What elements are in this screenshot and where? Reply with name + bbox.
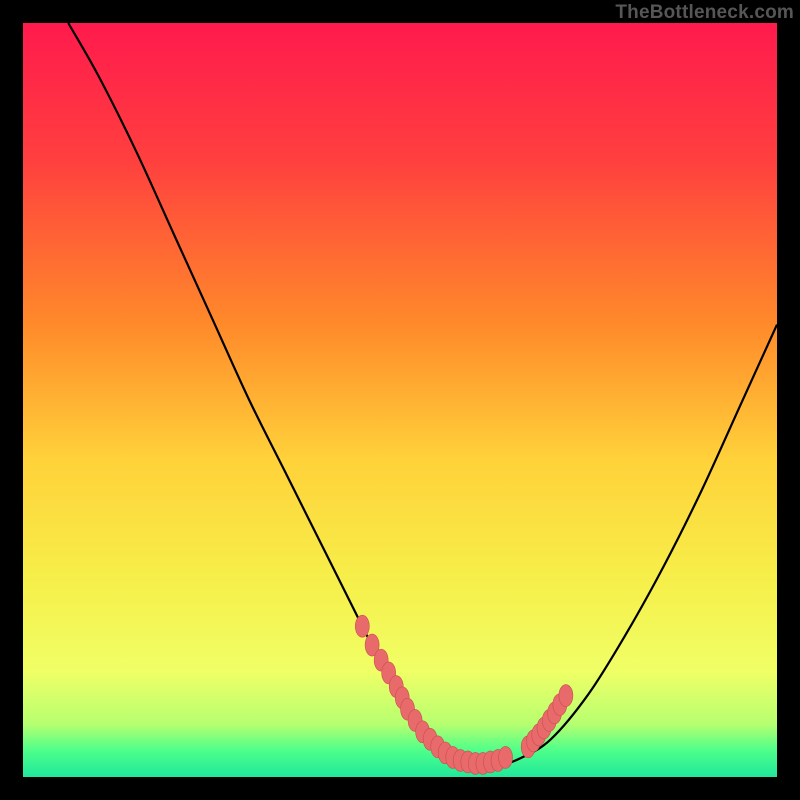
data-marker (559, 685, 573, 707)
watermark-text: TheBottleneck.com (615, 2, 794, 24)
data-marker (499, 746, 513, 768)
bottleneck-chart (23, 23, 777, 777)
data-marker (355, 615, 369, 637)
chart-frame (23, 23, 777, 777)
gradient-background (23, 23, 777, 777)
